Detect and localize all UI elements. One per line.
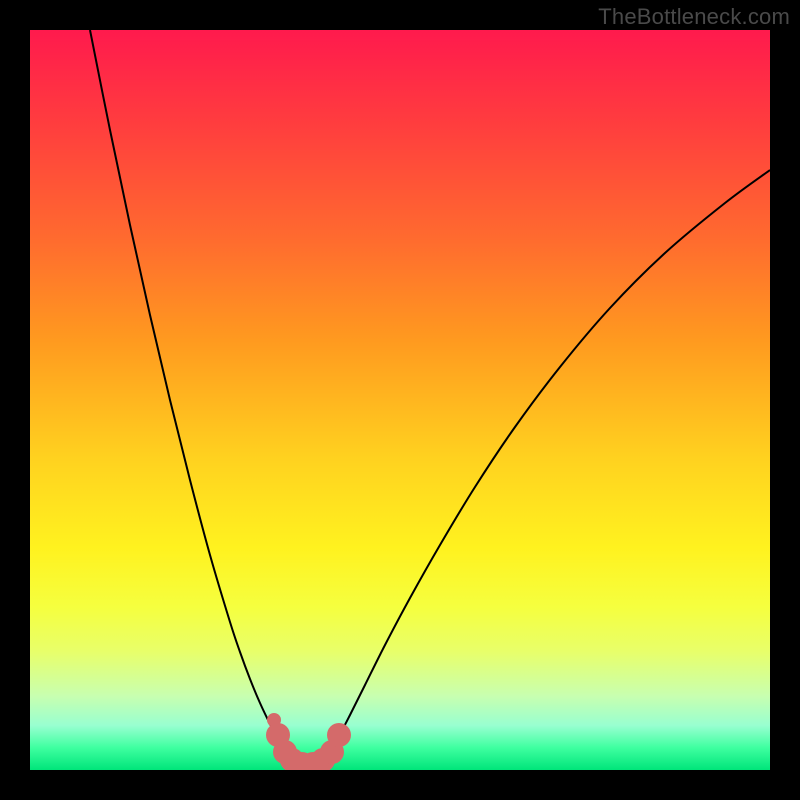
trough-marker-cap-dot [267,713,281,727]
watermark-text: TheBottleneck.com [598,4,790,30]
left-curve [90,30,285,750]
chart-frame: TheBottleneck.com [0,0,800,800]
right-curve [330,170,770,750]
trough-marker-dot [327,723,351,747]
plot-area [30,30,770,770]
chart-svg [30,30,770,770]
